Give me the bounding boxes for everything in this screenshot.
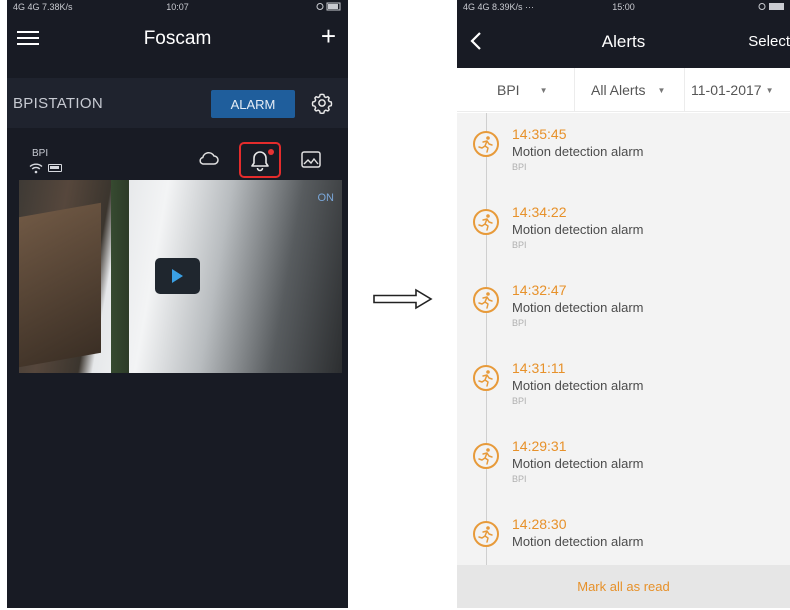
play-button[interactable]	[155, 258, 200, 294]
device-filter[interactable]: BPI ▼	[457, 68, 575, 112]
alert-item[interactable]: 14:28:30 Motion detection alarm	[457, 503, 790, 565]
add-device-button[interactable]: +	[321, 23, 336, 49]
camera-preview[interactable]: ON	[19, 180, 342, 373]
clock: 15:00	[612, 2, 635, 12]
alerts-highlight[interactable]	[239, 142, 281, 178]
motion-alert-icon	[473, 365, 499, 391]
date-filter-value: 11-01-2017	[691, 82, 762, 98]
page-title: Alerts	[601, 32, 646, 51]
alert-item[interactable]: 14:32:47 Motion detection alarm BPI	[457, 269, 790, 347]
running-man-icon	[478, 136, 493, 153]
motion-alert-icon	[473, 131, 499, 157]
alert-device: BPI	[512, 474, 527, 484]
alert-description: Motion detection alarm	[512, 144, 644, 159]
alert-device: BPI	[512, 162, 527, 172]
motion-alert-icon	[473, 209, 499, 235]
date-filter[interactable]: 11-01-2017 ▼	[685, 68, 790, 112]
alert-item[interactable]: 14:34:22 Motion detection alarm BPI	[457, 191, 790, 269]
alert-description: Motion detection alarm	[512, 300, 644, 315]
battery-status-icon	[316, 2, 342, 13]
battery-icon	[48, 164, 62, 172]
alert-device: BPI	[512, 318, 527, 328]
preview-scene	[19, 202, 101, 368]
alarm-button[interactable]: ALARM	[211, 90, 295, 118]
status-bar: 4G 4G 7.38K/s 10:07	[7, 0, 348, 14]
alert-description: Motion detection alarm	[512, 534, 644, 549]
menu-icon[interactable]	[17, 28, 39, 46]
foscam-home-screen: 4G 4G 7.38K/s 10:07 Foscam + BPISTATION …	[7, 0, 348, 608]
alert-time: 14:29:31	[512, 438, 567, 454]
alerts-screen: 4G 4G 8.39K/s ··· 15:00 Alerts Select BP…	[457, 0, 790, 608]
alert-device: BPI	[512, 396, 527, 406]
preview-scene	[111, 180, 129, 373]
chevron-down-icon: ▼	[539, 85, 548, 95]
select-button[interactable]: Select	[748, 33, 790, 50]
motion-alert-icon	[473, 521, 499, 547]
right-arrow-icon	[373, 288, 433, 310]
running-man-icon	[478, 292, 493, 309]
alert-device: BPI	[512, 240, 527, 250]
running-man-icon	[478, 526, 493, 543]
alert-time: 14:35:45	[512, 126, 567, 142]
alert-time: 14:32:47	[512, 282, 567, 298]
top-nav: Foscam +	[7, 14, 348, 64]
alert-item[interactable]: 14:29:31 Motion detection alarm BPI	[457, 425, 790, 503]
device-name: BPISTATION	[13, 95, 103, 112]
play-icon	[172, 269, 183, 283]
alert-description: Motion detection alarm	[512, 456, 644, 471]
gallery-icon[interactable]	[301, 151, 321, 168]
filter-bar: BPI ▼ All Alerts ▼ 11-01-2017 ▼	[457, 68, 790, 112]
alert-description: Motion detection alarm	[512, 378, 644, 393]
alert-list[interactable]: 14:35:45 Motion detection alarm BPI 14:34:2…	[457, 113, 790, 565]
alert-time: 14:28:30	[512, 516, 567, 532]
running-man-icon	[478, 214, 493, 231]
battery-status-icon	[758, 2, 784, 13]
top-nav: Alerts Select	[457, 14, 790, 68]
gear-icon[interactable]	[311, 92, 333, 114]
cloud-icon[interactable]	[197, 150, 219, 166]
chevron-down-icon: ▼	[765, 85, 774, 95]
alert-item[interactable]: 14:35:45 Motion detection alarm BPI	[457, 113, 790, 191]
wifi-icon	[29, 163, 43, 174]
chevron-down-icon: ▼	[657, 85, 666, 95]
camera-header: BPI	[7, 140, 348, 180]
alert-item[interactable]: 14:31:11 Motion detection alarm BPI	[457, 347, 790, 425]
alert-description: Motion detection alarm	[512, 222, 644, 237]
running-man-icon	[478, 370, 493, 387]
status-bar: 4G 4G 8.39K/s ··· 15:00	[457, 0, 790, 14]
camera-name: BPI	[32, 148, 49, 159]
app-title: Foscam	[143, 28, 212, 49]
bell-icon[interactable]	[250, 150, 270, 172]
motion-alert-icon	[473, 443, 499, 469]
live-status-label: ON	[317, 192, 335, 204]
alert-time: 14:34:22	[512, 204, 567, 220]
alert-type-filter[interactable]: All Alerts ▼	[575, 68, 685, 112]
alert-type-filter-value: All Alerts	[591, 82, 646, 98]
motion-alert-icon	[473, 287, 499, 313]
device-filter-value: BPI	[497, 82, 520, 98]
device-row[interactable]: BPISTATION ALARM	[7, 78, 348, 128]
running-man-icon	[478, 448, 493, 465]
notification-dot	[268, 149, 274, 155]
mark-all-read-button[interactable]: Mark all as read	[457, 565, 790, 608]
alert-time: 14:31:11	[512, 360, 566, 376]
network-status: 4G 4G 7.38K/s	[13, 2, 73, 12]
